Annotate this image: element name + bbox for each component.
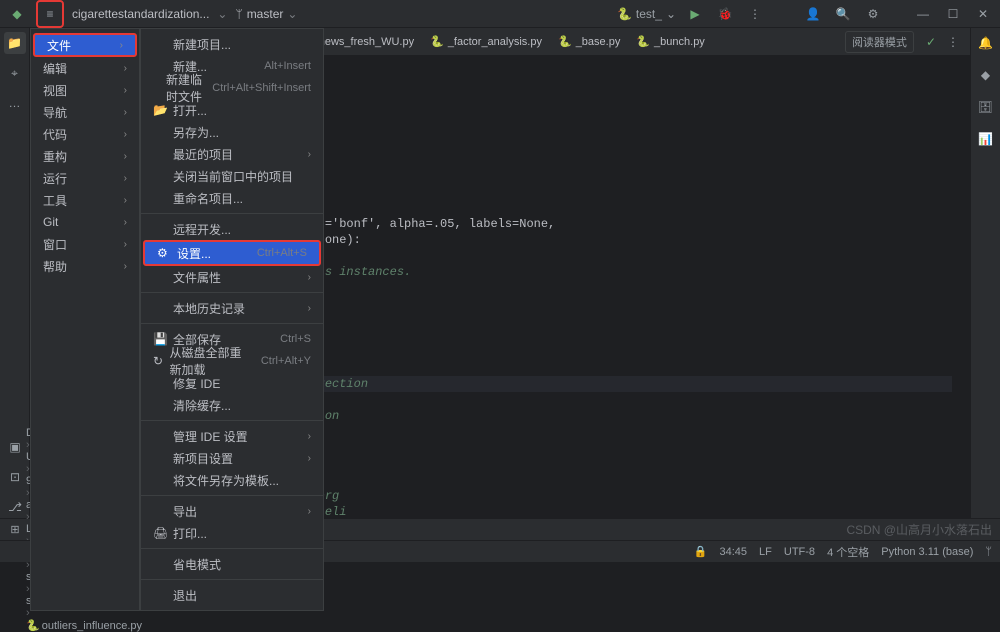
line-separator[interactable]: LF [759, 546, 772, 558]
run-config-label: test_ [636, 7, 662, 21]
menu-item[interactable]: 代码› [31, 123, 139, 145]
python-icon: 🐍 [430, 35, 444, 48]
menu-item[interactable]: 退出 [141, 584, 323, 606]
run-config[interactable]: 🐍 test_ ⌄ [617, 7, 676, 21]
menu-item[interactable]: 新建临时文件Ctrl+Alt+Shift+Insert [141, 77, 323, 99]
vcs-tool-icon[interactable]: ⎇ [4, 496, 26, 518]
inspection-ok-icon[interactable]: ✓ [926, 35, 936, 49]
menu-item-settings[interactable]: ⚙设置...Ctrl+Alt+S [143, 240, 321, 266]
debug-button[interactable]: 🐞 [714, 3, 736, 25]
interpreter[interactable]: Python 3.11 (base) [881, 546, 973, 558]
terminal-tool-icon[interactable]: ▣ [4, 436, 26, 458]
hamburger-menu-icon[interactable]: ≡ [39, 3, 61, 25]
chevron-down-icon: ⌄ [666, 7, 676, 21]
menu-item[interactable]: 窗口› [31, 233, 139, 255]
reader-mode-toggle[interactable]: 阅读器模式 [845, 31, 914, 53]
close-icon[interactable]: ✕ [972, 3, 994, 25]
menu-item[interactable]: 编辑› [31, 57, 139, 79]
menu-item[interactable]: 管理 IDE 设置› [141, 425, 323, 447]
menu-item[interactable]: 重构› [31, 145, 139, 167]
menu-item[interactable]: 省电模式 [141, 553, 323, 575]
more-icon[interactable]: ⋮ [744, 3, 766, 25]
menu-item[interactable]: 最近的项目› [141, 143, 323, 165]
menu-item[interactable]: 导航› [31, 101, 139, 123]
menu-item[interactable]: ↻从磁盘全部重新加载Ctrl+Alt+Y [141, 350, 323, 372]
chevron-down-icon[interactable]: ⌄ [217, 7, 227, 21]
ai-assistant-icon[interactable]: ◆ [975, 64, 997, 86]
folder-icon: 📂 [153, 103, 167, 117]
python-icon: 🐍 [636, 35, 650, 48]
menu-item[interactable]: 📂打开... [141, 99, 323, 121]
problems-tool-icon[interactable]: ⊡ [4, 466, 26, 488]
breadcrumb-home-icon[interactable]: ⊞ [8, 519, 22, 541]
menu-item[interactable]: 视图› [31, 79, 139, 101]
indent-setting[interactable]: 4 个空格 [827, 544, 869, 560]
project-name[interactable]: cigarettestandardization... [72, 7, 209, 21]
tabs-more-icon[interactable]: ⋮ [942, 31, 964, 53]
right-tool-rail: 🔔 ◆ 🗄 📊 [970, 28, 1000, 540]
menu-item[interactable]: 清除缓存... [141, 394, 323, 416]
menu-item[interactable]: 新项目设置› [141, 447, 323, 469]
menu-item[interactable]: 文件属性› [141, 266, 323, 288]
menu-popup-layer: 文件›编辑›视图›导航›代码›重构›运行›工具›Git›窗口›帮助› 新建项目.… [30, 28, 324, 611]
menu-item[interactable]: Git› [31, 211, 139, 233]
status-branch[interactable]: ᛘ [985, 546, 992, 558]
app-icon: ◆ [6, 3, 28, 25]
cursor-position[interactable]: 34:45 [720, 546, 748, 558]
menu-item[interactable]: 远程开发... [141, 218, 323, 240]
notifications-icon[interactable]: 🔔 [975, 32, 997, 54]
menu-item[interactable]: 重命名项目... [141, 187, 323, 209]
main-menu-highlight: ≡ [36, 0, 64, 28]
python-icon: 🐍 [558, 35, 572, 48]
project-tool-icon[interactable]: 📁 [4, 32, 26, 54]
watermark: CSDN @山高月小水落石出 [846, 521, 992, 538]
file-submenu: 新建项目...新建...Alt+Insert新建临时文件Ctrl+Alt+Shi… [140, 28, 324, 611]
code-body[interactable]: r Measures 1:16:09 2012 ence wrapper esu… [224, 56, 952, 540]
menu-item[interactable]: 新建项目... [141, 33, 323, 55]
menu-item[interactable]: 另存为... [141, 121, 323, 143]
menu-item[interactable]: 本地历史记录› [141, 297, 323, 319]
sciview-tool-icon[interactable]: 📊 [975, 128, 997, 150]
database-tool-icon[interactable]: 🗄 [975, 96, 997, 118]
editor-tab[interactable]: 🐍_base.py [552, 32, 626, 51]
vcs-branch[interactable]: ᛘ master ⌄ [235, 7, 297, 21]
branch-label: master [247, 7, 284, 21]
search-icon[interactable]: 🔍 [832, 3, 854, 25]
gear-icon[interactable]: ⚙ [862, 3, 884, 25]
branch-icon: ᛘ [235, 7, 242, 21]
title-bar: ◆ ≡ cigarettestandardization... ⌄ ᛘ mast… [0, 0, 1000, 28]
menu-item[interactable]: 工具› [31, 189, 139, 211]
maximize-icon[interactable]: ☐ [942, 3, 964, 25]
run-button[interactable]: ▶ [684, 3, 706, 25]
menu-item[interactable]: 运行› [31, 167, 139, 189]
user-icon[interactable]: 👤 [802, 3, 824, 25]
main-menu: 文件›编辑›视图›导航›代码›重构›运行›工具›Git›窗口›帮助› [30, 28, 140, 611]
menu-item[interactable]: 🖨打印... [141, 522, 323, 544]
bookmarks-tool-icon[interactable]: … [4, 92, 26, 114]
reload-icon: ↻ [153, 354, 164, 368]
lock-icon[interactable]: 🔒 [694, 545, 708, 558]
breadcrumb-segment[interactable]: 🐍outliers_influence.py [26, 619, 142, 632]
menu-item[interactable]: 将文件另存为模板... [141, 469, 323, 491]
menu-item[interactable]: 关闭当前窗口中的项目 [141, 165, 323, 187]
menu-item[interactable]: 导出› [141, 500, 323, 522]
file-encoding[interactable]: UTF-8 [784, 546, 815, 558]
structure-tool-icon[interactable]: ⌖ [4, 62, 26, 84]
python-icon: 🐍 [617, 7, 632, 21]
editor-tab[interactable]: 🐍_bunch.py [630, 32, 710, 51]
editor-tab[interactable]: 🐍_factor_analysis.py [424, 32, 548, 51]
gear-icon: ⚙ [157, 246, 171, 260]
menu-item[interactable]: 文件› [33, 33, 137, 57]
print-icon: 🖨 [153, 526, 167, 540]
chevron-down-icon: ⌄ [287, 7, 297, 21]
menu-item[interactable]: 帮助› [31, 255, 139, 277]
minimize-icon[interactable]: — [912, 3, 934, 25]
